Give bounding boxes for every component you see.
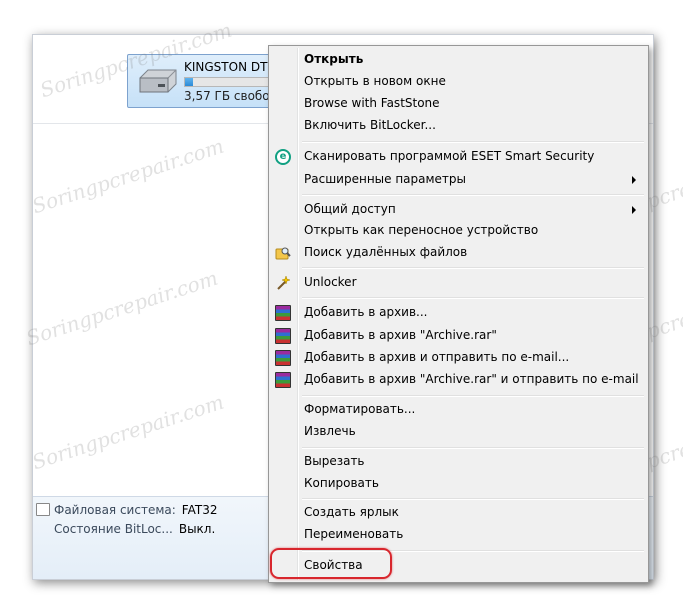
- menu-item-label: Форматировать...: [304, 402, 416, 416]
- winrar-icon: [275, 372, 291, 388]
- folder-search-icon: [275, 247, 291, 260]
- unlocker-wand-icon: [277, 275, 291, 290]
- menu-item-label: Создать ярлык: [304, 505, 399, 519]
- submenu-arrow-icon: [632, 206, 636, 214]
- winrar-icon: [275, 328, 291, 344]
- menu-item-label: Добавить в архив и отправить по e-mail..…: [304, 350, 570, 364]
- details-bitlocker: Состояние BitLoc... Выкл.: [54, 522, 215, 536]
- details-thumbnail: [36, 503, 50, 516]
- details-filesystem: Файловая система: FAT32: [54, 503, 217, 517]
- menu-item-label: Вырезать: [304, 454, 365, 468]
- usb-drive-icon: [139, 69, 177, 93]
- menu-item-add-archive-email[interactable]: Добавить в архив и отправить по e-mail..…: [271, 347, 646, 369]
- menu-separator: [302, 141, 644, 143]
- menu-item-label: Unlocker: [304, 275, 357, 289]
- menu-item-browse-faststone[interactable]: Browse with FastStone: [271, 93, 646, 115]
- menu-item-label: Общий доступ: [304, 202, 396, 216]
- menu-item-unlocker[interactable]: Unlocker: [271, 272, 646, 294]
- menu-item-bitlocker[interactable]: Включить BitLocker...: [271, 115, 646, 137]
- menu-item-label: Сканировать программой ESET Smart Securi…: [304, 149, 595, 163]
- menu-item-label: Переименовать: [304, 527, 404, 541]
- winrar-icon: [275, 305, 291, 321]
- menu-item-open[interactable]: Открыть: [271, 49, 646, 71]
- drive-name: KINGSTON DT (J: [184, 60, 280, 74]
- menu-item-label: Извлечь: [304, 424, 356, 438]
- menu-item-label: Добавить в архив "Archive.rar": [304, 328, 497, 342]
- bitlocker-value: Выкл.: [178, 522, 216, 536]
- winrar-icon: [275, 350, 291, 366]
- menu-item-label: Расширенные параметры: [304, 172, 467, 186]
- menu-separator: [302, 194, 644, 196]
- menu-item-search-deleted[interactable]: Поиск удалённых файлов: [271, 242, 646, 264]
- menu-item-eset-scan[interactable]: e Сканировать программой ESET Smart Secu…: [271, 146, 646, 168]
- menu-item-label: Копировать: [304, 476, 379, 490]
- filesystem-value: FAT32: [181, 503, 218, 517]
- menu-item-label: Добавить в архив "Archive.rar" и отправи…: [304, 372, 639, 386]
- menu-item-add-archive-rar[interactable]: Добавить в архив "Archive.rar": [271, 325, 646, 347]
- menu-separator: [302, 297, 644, 299]
- menu-separator: [302, 447, 644, 449]
- menu-item-label: Открыть как переносное устройство: [304, 223, 539, 237]
- context-menu: Открыть Открыть в новом окне Browse with…: [268, 45, 649, 583]
- drive-usage-fill: [185, 78, 193, 86]
- menu-item-label: Browse with FastStone: [304, 96, 440, 110]
- menu-item-sharing[interactable]: Общий доступ: [271, 199, 646, 221]
- submenu-arrow-icon: [632, 176, 636, 184]
- menu-item-eject[interactable]: Извлечь: [271, 421, 646, 443]
- menu-item-cut[interactable]: Вырезать: [271, 451, 646, 473]
- menu-item-open-portable[interactable]: Открыть как переносное устройство: [271, 220, 646, 242]
- menu-item-add-archive-rar-email[interactable]: Добавить в архив "Archive.rar" и отправи…: [271, 369, 646, 391]
- eset-icon: e: [275, 149, 291, 165]
- bitlocker-label: Состояние BitLoc...: [54, 522, 173, 536]
- filesystem-label: Файловая система:: [54, 503, 176, 517]
- menu-item-label: Добавить в архив...: [304, 305, 428, 319]
- menu-item-label: Поиск удалённых файлов: [304, 245, 468, 259]
- menu-item-copy[interactable]: Копировать: [271, 473, 646, 495]
- menu-item-label: Открыть в новом окне: [304, 74, 446, 88]
- properties-highlight-ring: [270, 548, 392, 579]
- menu-item-label: Включить BitLocker...: [304, 118, 436, 132]
- menu-item-add-archive[interactable]: Добавить в архив...: [271, 302, 646, 324]
- menu-item-advanced-params[interactable]: Расширенные параметры: [271, 169, 646, 191]
- menu-item-create-shortcut[interactable]: Создать ярлык: [271, 502, 646, 524]
- menu-item-label: Открыть: [304, 52, 364, 66]
- menu-item-open-new-window[interactable]: Открыть в новом окне: [271, 71, 646, 93]
- menu-item-format[interactable]: Форматировать...: [271, 399, 646, 421]
- menu-item-rename[interactable]: Переименовать: [271, 524, 646, 546]
- menu-separator: [302, 498, 644, 500]
- menu-separator: [302, 395, 644, 397]
- menu-separator: [302, 267, 644, 269]
